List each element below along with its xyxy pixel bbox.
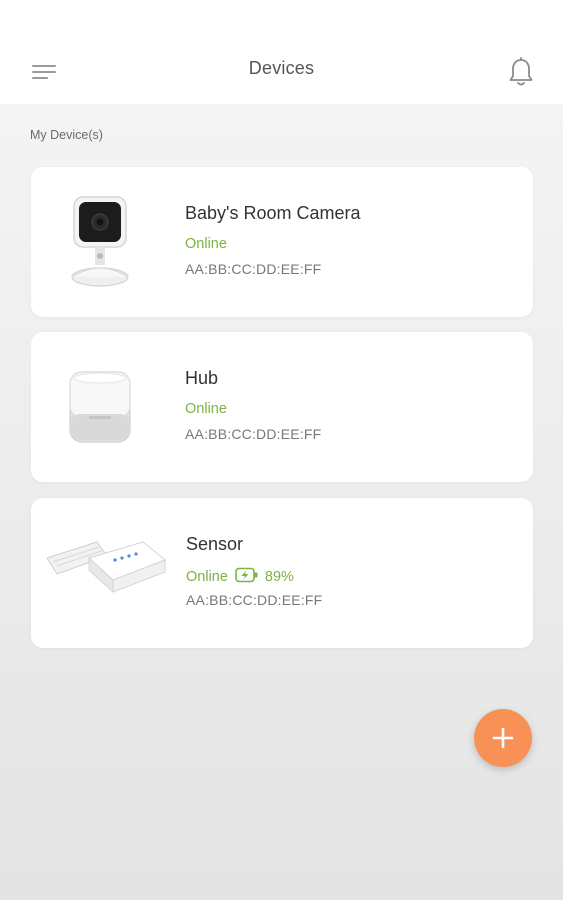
device-mac: AA:BB:CC:DD:EE:FF bbox=[186, 592, 323, 608]
page-title: Devices bbox=[248, 58, 315, 78]
battery-charging-icon bbox=[235, 567, 259, 587]
device-card-sensor[interactable]: Sensor Online 89% AA:BB:CC:DD:EE:FF bbox=[31, 498, 533, 648]
device-name: Hub bbox=[185, 368, 219, 388]
device-name: Baby's Room Camera bbox=[185, 203, 361, 223]
camera-image bbox=[65, 193, 135, 294]
app-header: Devices bbox=[0, 0, 563, 104]
status-text: Online bbox=[186, 569, 228, 585]
device-card-hub[interactable]: Hub Online AA:BB:CC:DD:EE:FF bbox=[31, 332, 533, 482]
plus-icon bbox=[492, 727, 514, 749]
device-name: Sensor bbox=[186, 534, 244, 554]
device-status: Online 89% bbox=[186, 567, 294, 587]
hub-image bbox=[65, 366, 135, 455]
device-status: Online bbox=[185, 236, 227, 252]
section-label: My Device(s) bbox=[30, 128, 103, 142]
device-mac: AA:BB:CC:DD:EE:FF bbox=[185, 426, 322, 442]
battery-level: 89% bbox=[264, 569, 294, 585]
sensor-image bbox=[43, 536, 167, 611]
status-text: Online bbox=[185, 236, 227, 252]
add-device-button[interactable] bbox=[474, 709, 532, 767]
bell-icon[interactable] bbox=[506, 56, 536, 88]
status-text: Online bbox=[185, 401, 227, 417]
device-status: Online bbox=[185, 401, 227, 417]
device-card-camera[interactable]: Baby's Room Camera Online AA:BB:CC:DD:EE… bbox=[31, 167, 533, 317]
device-mac: AA:BB:CC:DD:EE:FF bbox=[185, 261, 322, 277]
